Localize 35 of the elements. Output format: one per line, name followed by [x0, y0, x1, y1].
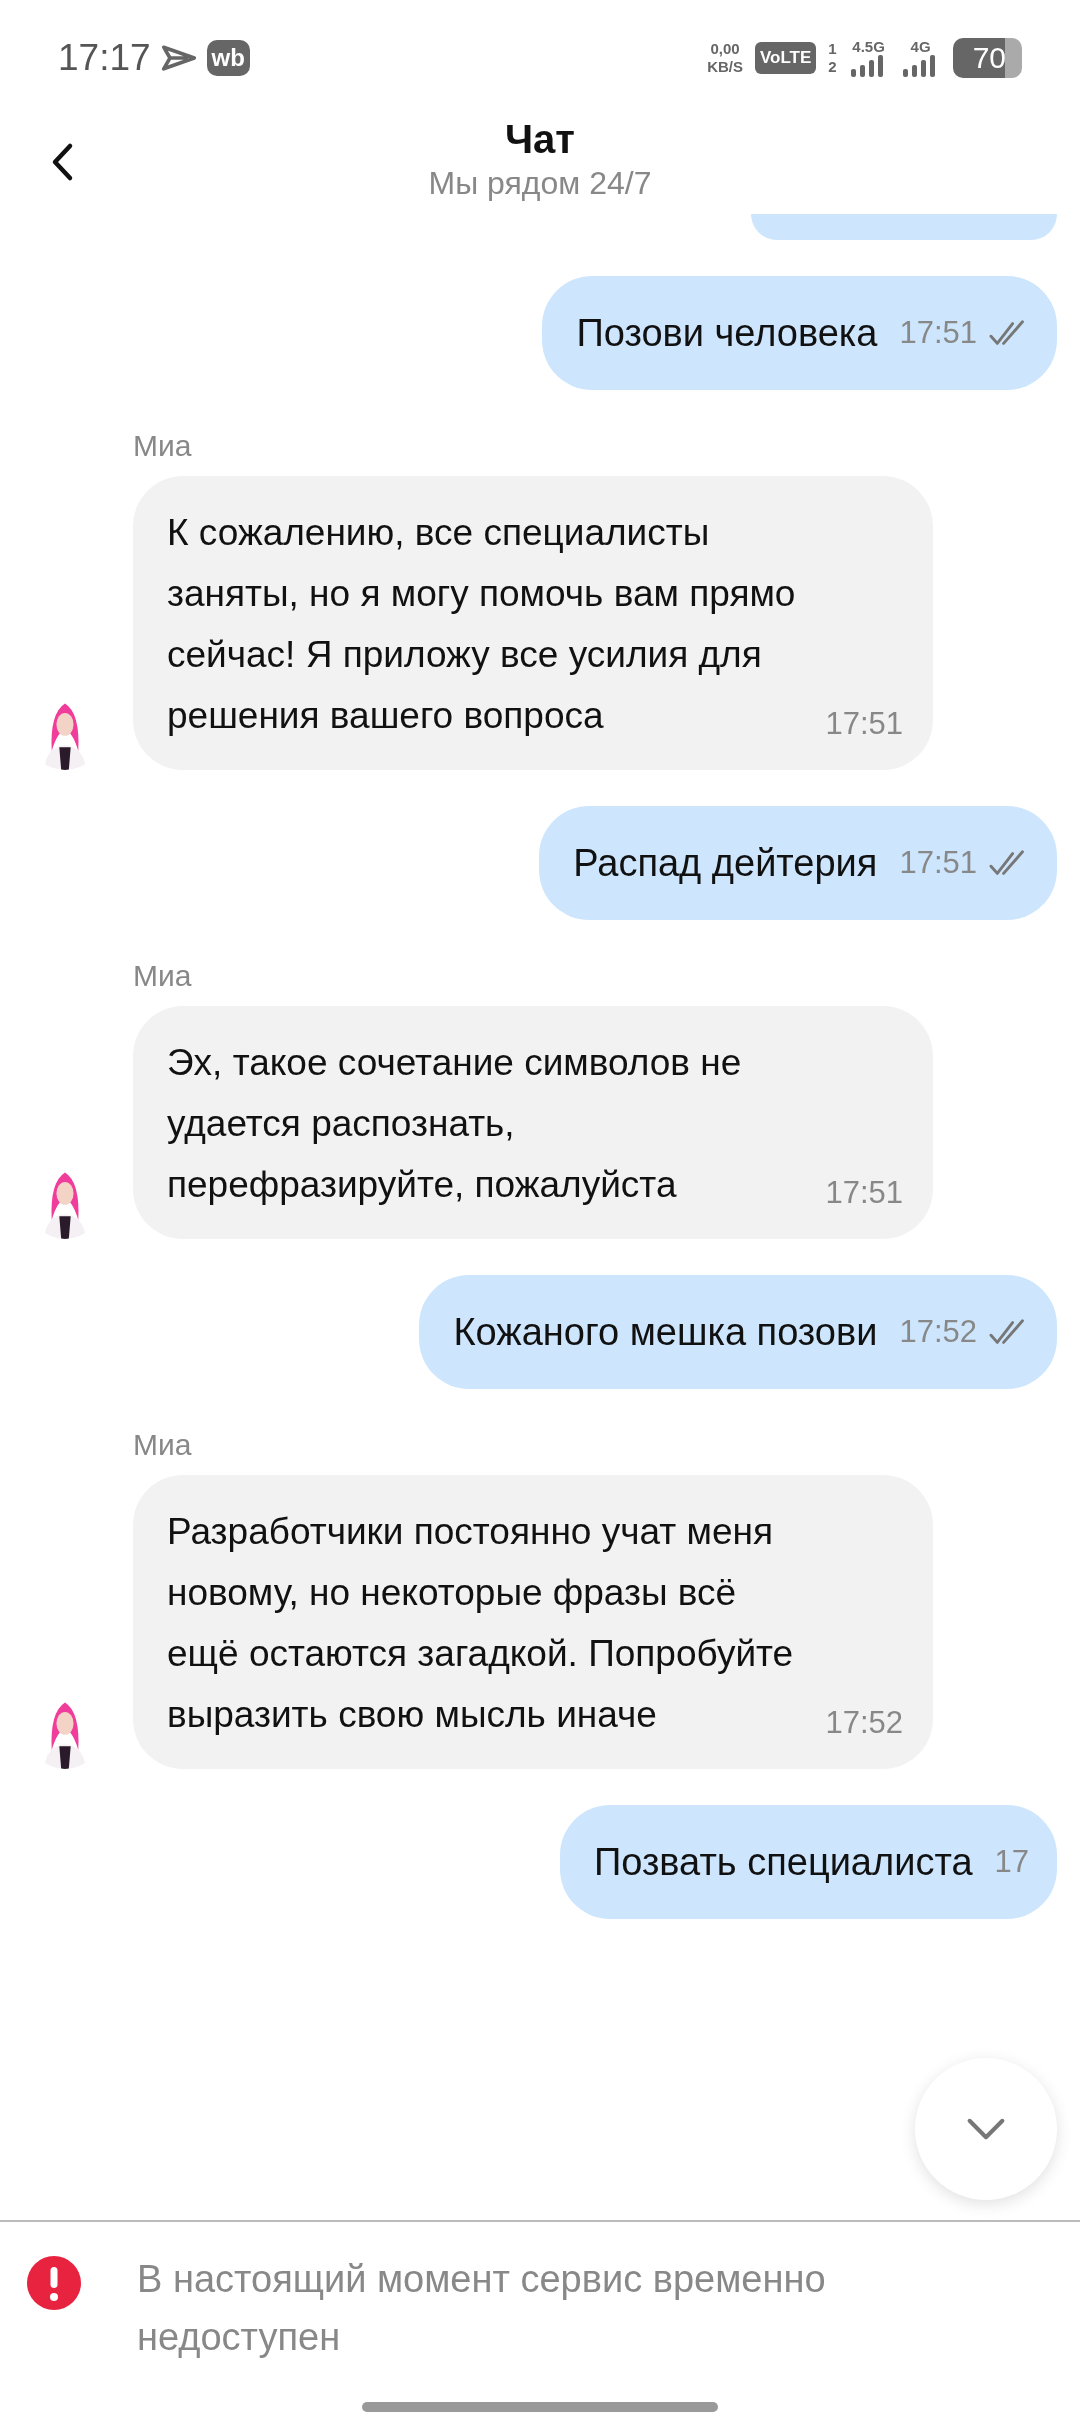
message-text: Позвать специалиста — [593, 1839, 973, 1885]
message-time: 17:51 — [825, 1174, 903, 1212]
chat-title: Чат — [505, 116, 575, 162]
message-time: 17:51 — [899, 845, 977, 881]
message-time: 17:51 — [825, 705, 903, 743]
volte-badge: VoLTE — [754, 42, 817, 74]
chat-subtitle: Мы рядом 24/7 — [428, 164, 652, 203]
message-text: Эх, такое сочетание символов не удается распознать, перефразируйте, пожалуйста — [167, 1041, 743, 1207]
error-icon — [27, 2256, 81, 2310]
notice-text: В настоящий момент сервис временно недоступен — [137, 2257, 827, 2360]
message-time: 17:51 — [899, 315, 977, 351]
paper-plane-icon — [160, 43, 197, 73]
chevron-down-icon — [966, 2117, 1006, 2141]
back-icon[interactable] — [50, 142, 74, 182]
message-text: Кожаного мешка позови — [453, 1309, 878, 1355]
message-time: 17:52 — [825, 1704, 903, 1742]
network-label: 4.5G — [852, 39, 885, 55]
message-text: Распад дейтерия — [573, 840, 878, 886]
message-time: 17 — [994, 1844, 1029, 1880]
app-badge: wb — [206, 40, 250, 76]
network-label: 4G — [910, 39, 931, 55]
message-time: 17:52 — [899, 1314, 977, 1350]
battery-icon: 70 — [952, 38, 1022, 78]
speed-unit: KB/S — [707, 58, 743, 76]
message-text: Разработчики постоянно учат меня новому, но некоторые фразы всё ещё остаются загадкой. Попробуйте выразить свою мысль иначе — [167, 1510, 795, 1737]
home-indicator[interactable] — [362, 2402, 718, 2412]
clock: 17:17 — [58, 37, 151, 79]
sim-label: 2 — [828, 58, 837, 76]
sender-name: Миа — [133, 428, 193, 464]
message-text: К сожалению, все специалисты заняты, но я могу помочь вам прямо сейчас! Я приложу все усилия для решения вашего вопроса — [167, 511, 797, 738]
speed-value: 0,00 — [710, 40, 740, 58]
sender-name: Миа — [133, 1427, 193, 1463]
sender-name: Миа — [133, 958, 193, 994]
message-text: Позови человека — [576, 310, 878, 356]
sim-label: 1 — [828, 40, 837, 58]
